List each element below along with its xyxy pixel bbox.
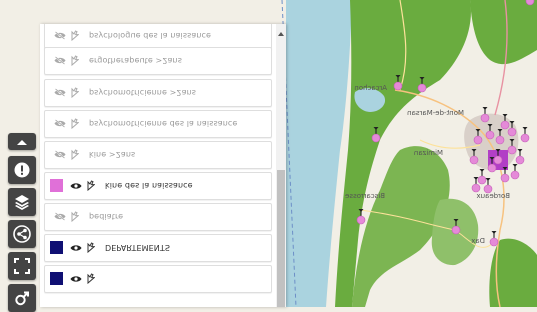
layer-row[interactable]	[44, 265, 272, 293]
marker-dot	[393, 81, 403, 91]
marker-dot	[500, 173, 510, 183]
place-label-dax: Dax	[471, 237, 485, 245]
layer-panel-scrollbar[interactable]	[276, 24, 286, 307]
place-label-mont-de-marsan: Mont-de-Marsan	[407, 109, 464, 117]
marker-dot	[356, 215, 366, 225]
layer-panel: psychologue des la naissance ergotherapeu…	[40, 24, 286, 307]
layer-color-swatch	[50, 179, 63, 193]
pointer-icon[interactable]	[85, 242, 97, 254]
eye-slash-icon[interactable]	[53, 87, 67, 99]
marker-dot	[507, 145, 517, 155]
marker-dot	[471, 183, 481, 193]
layer-row[interactable]: ergotherapeute >2ans	[44, 47, 272, 75]
marker-dot	[480, 113, 490, 123]
fullscreen-icon	[14, 258, 30, 274]
info-button[interactable]	[8, 156, 36, 184]
layer-color-swatch	[50, 272, 63, 286]
pointer-icon[interactable]	[69, 55, 81, 67]
pointer-icon[interactable]	[69, 30, 81, 42]
scroll-thumb[interactable]	[277, 170, 285, 307]
place-label-biscarrosse: Biscarrosse	[345, 192, 385, 200]
pointer-icon[interactable]	[85, 273, 97, 285]
layer-row-content: pediatre	[45, 204, 271, 230]
pointer-icon[interactable]	[69, 118, 81, 130]
layer-color-swatch	[50, 241, 63, 255]
layer-label: psychologue des la naissance	[89, 31, 212, 41]
eye-icon[interactable]	[69, 180, 83, 192]
layer-row-content: DEPARTEMENTS	[45, 235, 271, 261]
layer-label: psychomotricienne des la naissance	[89, 119, 238, 129]
eye-slash-icon[interactable]	[53, 149, 67, 161]
layer-row-content: kine des la naissance	[45, 173, 271, 199]
marker-dot	[487, 163, 497, 173]
share-button[interactable]	[8, 220, 36, 248]
layer-row[interactable]: pediatre	[44, 203, 272, 231]
layer-label: kine >2ans	[89, 150, 136, 160]
marker-dot	[485, 130, 495, 140]
share-icon	[13, 225, 31, 243]
marker-dot	[525, 0, 535, 6]
layer-row-content: ergotherapeute >2ans	[45, 48, 271, 74]
layer-row[interactable]: psychomotricienne >2ans	[44, 79, 272, 107]
chevron-up-icon	[17, 139, 27, 145]
measure-button[interactable]	[8, 284, 36, 312]
pointer-icon[interactable]	[85, 180, 97, 192]
layer-row[interactable]: kine >2ans	[44, 141, 272, 169]
eye-icon[interactable]	[69, 273, 83, 285]
place-label-arcachon: Arcachon	[354, 84, 387, 92]
place-label-bordeaux: Bordeaux	[477, 192, 510, 200]
eye-slash-icon[interactable]	[53, 30, 67, 42]
layer-label: pediatre	[89, 212, 124, 222]
marker-dot	[451, 225, 461, 235]
scroll-up-arrow-icon[interactable]	[278, 32, 284, 36]
place-label-mimizan: Mimizan	[414, 149, 443, 157]
fullscreen-button[interactable]	[8, 252, 36, 280]
layer-row-content: psychologue des la naissance	[45, 24, 271, 49]
marker-dot	[510, 170, 520, 180]
layer-label: kine des la naissance	[105, 181, 193, 191]
eye-slash-icon[interactable]	[53, 118, 67, 130]
marker-dot	[489, 237, 499, 247]
marker-dot	[469, 155, 479, 165]
pointer-icon[interactable]	[69, 149, 81, 161]
eye-slash-icon[interactable]	[53, 211, 67, 223]
gender-icon	[15, 291, 29, 306]
pointer-icon[interactable]	[69, 87, 81, 99]
layer-row[interactable]: DEPARTEMENTS	[44, 234, 272, 262]
map-marker[interactable]	[525, 0, 535, 6]
marker-dot	[477, 175, 487, 185]
layer-label: psychomotricienne >2ans	[89, 88, 197, 98]
layer-row-content: kine >2ans	[45, 142, 271, 168]
layer-label: DEPARTEMENTS	[105, 243, 171, 253]
layers-button[interactable]	[8, 188, 36, 216]
marker-dot	[483, 184, 493, 194]
marker-dot	[507, 127, 517, 137]
layer-row-content	[45, 266, 271, 292]
exclamation-icon	[14, 162, 30, 178]
layer-row[interactable]: kine des la naissance	[44, 172, 272, 200]
pointer-icon[interactable]	[69, 211, 81, 223]
marker-dot	[515, 155, 525, 165]
layers-icon	[15, 195, 29, 210]
layer-row-content: psychomotricienne >2ans	[45, 80, 271, 106]
collapse-panel-button[interactable]	[8, 133, 36, 150]
eye-slash-icon[interactable]	[53, 55, 67, 67]
marker-dot	[417, 83, 427, 93]
marker-dot	[500, 120, 510, 130]
layer-label: ergotherapeute >2ans	[89, 56, 182, 66]
layer-row-content: psychomotricienne des la naissance	[45, 111, 271, 137]
marker-dot	[493, 155, 503, 165]
marker-dot	[520, 133, 530, 143]
marker-dot	[495, 135, 505, 145]
marker-dot	[473, 135, 483, 145]
marker-dot	[371, 133, 381, 143]
layer-row[interactable]: psychomotricienne des la naissance	[44, 110, 272, 138]
eye-icon[interactable]	[69, 242, 83, 254]
